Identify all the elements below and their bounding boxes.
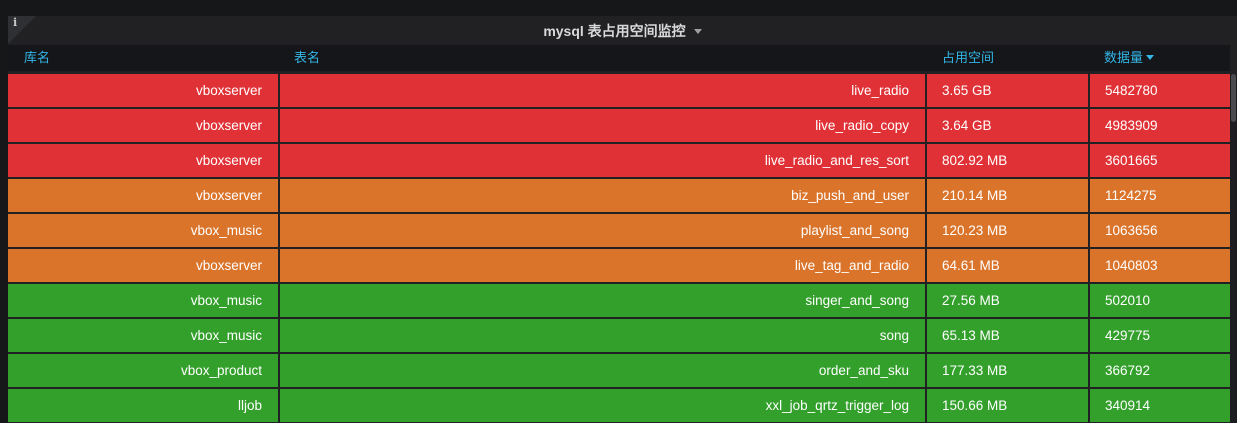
scrollbar-thumb[interactable] bbox=[1231, 74, 1236, 122]
table-row[interactable]: vbox_product order_and_sku 177.33 MB 366792 bbox=[8, 354, 1230, 387]
cell-rows: 429775 bbox=[1090, 319, 1230, 352]
table-row[interactable]: vbox_music playlist_and_song 120.23 MB 1063… bbox=[8, 214, 1230, 247]
cell-table: song bbox=[280, 319, 925, 352]
cell-rows: 3601665 bbox=[1090, 144, 1230, 177]
cell-table: order_and_sku bbox=[280, 354, 925, 387]
panel-title-text[interactable]: mysql 表占用空间监控 bbox=[543, 23, 685, 39]
column-header-db[interactable]: 库名 bbox=[24, 45, 50, 71]
cell-table: biz_push_and_user bbox=[280, 179, 925, 212]
cell-size: 210.14 MB bbox=[927, 179, 1088, 212]
cell-db: vboxserver bbox=[8, 144, 278, 177]
table-row[interactable]: vboxserver biz_push_and_user 210.14 MB 1124… bbox=[8, 179, 1230, 212]
cell-rows: 4983909 bbox=[1090, 109, 1230, 142]
cell-db: lljob bbox=[8, 389, 278, 422]
cell-size: 150.66 MB bbox=[927, 389, 1088, 422]
cell-table: singer_and_song bbox=[280, 284, 925, 317]
cell-table: live_radio_and_res_sort bbox=[280, 144, 925, 177]
cell-rows: 502010 bbox=[1090, 284, 1230, 317]
cell-db: vbox_music bbox=[8, 319, 278, 352]
cell-rows: 5482780 bbox=[1090, 74, 1230, 107]
cell-db: vbox_music bbox=[8, 214, 278, 247]
table-row[interactable]: vbox_music singer_and_song 27.56 MB 502010 bbox=[8, 284, 1230, 317]
cell-db: vbox_product bbox=[8, 354, 278, 387]
table-row[interactable]: vboxserver live_radio 3.65 GB 5482780 bbox=[8, 74, 1230, 107]
panel-title[interactable]: mysql 表占用空间监控 bbox=[8, 20, 1237, 42]
table-row[interactable]: lljob xxl_job_qrtz_trigger_log 150.66 MB 34… bbox=[8, 389, 1230, 422]
cell-db: vboxserver bbox=[8, 179, 278, 212]
cell-table: playlist_and_song bbox=[280, 214, 925, 247]
cell-db: vboxserver bbox=[8, 249, 278, 282]
cell-table: live_radio bbox=[280, 74, 925, 107]
cell-rows: 1124275 bbox=[1090, 179, 1230, 212]
sort-desc-icon[interactable] bbox=[1146, 55, 1155, 61]
cell-db: vbox_music bbox=[8, 284, 278, 317]
cell-table: xxl_job_qrtz_trigger_log bbox=[280, 389, 925, 422]
table-row[interactable]: vboxserver live_radio_and_res_sort 802.92 … bbox=[8, 144, 1230, 177]
cell-rows: 1063656 bbox=[1090, 214, 1230, 247]
cell-table: live_tag_and_radio bbox=[280, 249, 925, 282]
cell-rows: 1040803 bbox=[1090, 249, 1230, 282]
cell-size: 65.13 MB bbox=[927, 319, 1088, 352]
column-header-table[interactable]: 表名 bbox=[294, 45, 320, 71]
cell-db: vboxserver bbox=[8, 74, 278, 107]
cell-size: 120.23 MB bbox=[927, 214, 1088, 247]
cell-size: 3.64 GB bbox=[927, 109, 1088, 142]
cell-size: 64.61 MB bbox=[927, 249, 1088, 282]
cell-size: 27.56 MB bbox=[927, 284, 1088, 317]
chevron-down-icon[interactable] bbox=[693, 28, 702, 34]
table-panel: i mysql 表占用空间监控 库名 表名 占用空间 数据量 vboxserve… bbox=[8, 16, 1237, 423]
cell-size: 802.92 MB bbox=[927, 144, 1088, 177]
table-row[interactable]: vbox_music song 65.13 MB 429775 bbox=[8, 319, 1230, 352]
vertical-scrollbar[interactable] bbox=[1230, 74, 1237, 423]
column-header-size[interactable]: 占用空间 bbox=[942, 45, 994, 71]
column-header-rows-label[interactable]: 数据量 bbox=[1104, 50, 1143, 65]
cell-db: vboxserver bbox=[8, 109, 278, 142]
column-header-rows[interactable]: 数据量 bbox=[1104, 45, 1155, 71]
table-header: 库名 表名 占用空间 数据量 bbox=[8, 45, 1230, 71]
table-row[interactable]: vboxserver live_radio_copy 3.64 GB 4983909 bbox=[8, 109, 1230, 142]
table-body: vboxserver live_radio 3.65 GB 5482780 vboxse… bbox=[8, 74, 1230, 423]
cell-rows: 340914 bbox=[1090, 389, 1230, 422]
table-row[interactable]: vboxserver live_tag_and_radio 64.61 MB 1040… bbox=[8, 249, 1230, 282]
cell-size: 177.33 MB bbox=[927, 354, 1088, 387]
cell-size: 3.65 GB bbox=[927, 74, 1088, 107]
cell-rows: 366792 bbox=[1090, 354, 1230, 387]
cell-table: live_radio_copy bbox=[280, 109, 925, 142]
dashboard-top-bar bbox=[0, 0, 1237, 16]
